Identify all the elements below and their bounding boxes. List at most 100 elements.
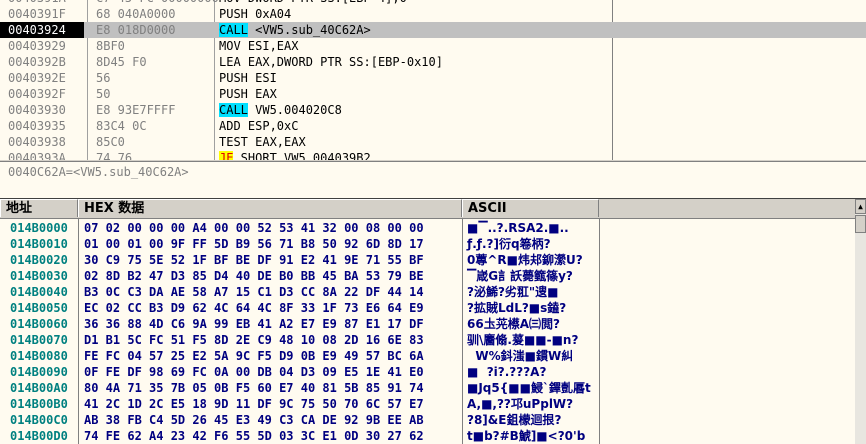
dump-row[interactable]: 014B0000 07 02 00 00 00 A4 00 00 52 53 41…: [0, 220, 855, 236]
dump-address: 014B0070: [10, 333, 68, 347]
address-column-header[interactable]: 地址: [0, 199, 78, 217]
disassembly-pane[interactable]: 0040391AC7 45 FC 00000000MOV DWORD PTR S…: [0, 0, 866, 160]
disasm-row[interactable]: 0040392F 50 PUSH EAX: [0, 86, 866, 102]
dump-address: 014B0090: [10, 365, 68, 379]
dump-hex-bytes: 74 FE 62 A4 23 42 F6 55 5D 03 3C E1 0D 3…: [84, 429, 424, 443]
instruction-bytes: 56: [96, 71, 111, 85]
dump-hex-bytes: 0F FE DF 98 69 FC 0A 00 DB 04 D3 09 E5 1…: [84, 365, 424, 379]
dump-scrollbar[interactable]: ▲: [855, 199, 866, 444]
instruction-address: 00403930: [8, 103, 66, 117]
disasm-row[interactable]: 00403935 83C4 0C ADD ESP,0xC: [0, 118, 866, 134]
instruction-bytes: E8 018D0000: [96, 23, 176, 37]
dump-ascii: ■▔..?.RSA2.■..: [467, 221, 569, 235]
dump-address: 014B0040: [10, 285, 68, 299]
disasm-row[interactable]: 00403930 E8 93E7FFFF CALL VW5.004020C8: [0, 102, 866, 118]
dump-row[interactable]: 014B00C0 AB 38 FB C4 5D 26 45 E3 49 C3 CA…: [0, 412, 855, 428]
dump-address: 014B00C0: [10, 413, 68, 427]
dump-ascii: A,■,??邛uPplW?: [467, 397, 574, 411]
instruction-text: ADD ESP,0xC: [219, 118, 298, 134]
instruction-text: LEA EAX,DWORD PTR SS:[EBP-0x10]: [219, 54, 443, 70]
instruction-address: 0040392B: [8, 55, 66, 69]
dump-header: 地址 HEX 数据 ASCII: [0, 199, 855, 219]
dump-hex-bytes: FE FC 04 57 25 E2 5A 9C F5 D9 0B E9 49 5…: [84, 349, 424, 363]
instruction-operands: MOV ESI,EAX: [219, 39, 299, 53]
instruction-operands: PUSH EAX: [219, 87, 277, 101]
instruction-address: 0040391F: [8, 7, 66, 21]
dump-address: 014B0080: [10, 349, 68, 363]
instruction-operands: PUSH 0xA04: [219, 7, 292, 21]
dump-hex-bytes: D1 B1 5C FC 51 F5 8D 2E C9 48 10 08 2D 1…: [84, 333, 424, 347]
dump-ascii: t■b?#B鯱]■<?0'b: [467, 429, 586, 443]
disasm-row[interactable]: 0040392B 8D45 F0 LEA EAX,DWORD PTR SS:[EBP…: [0, 54, 866, 70]
dump-hex-bytes: 30 C9 75 5E 52 1F BF BE DF 91 E2 41 9E 7…: [84, 253, 424, 267]
dump-row[interactable]: 014B0050 EC 02 CC B3 D9 62 4C 64 4C 8F 33…: [0, 300, 855, 316]
info-text: 0040C62A=<VW5.sub_40C62A>: [8, 165, 189, 179]
instruction-operands: PUSH ESI: [219, 71, 277, 85]
dump-ascii: W%鈄滍■鏆W糾: [467, 349, 574, 363]
dump-ascii: ƒ.ƒ.?]衍q箞柄?: [467, 237, 551, 251]
instruction-mnemonic: JE: [219, 151, 234, 160]
instruction-operands: SHORT VW5.004039B2: [233, 151, 371, 160]
dump-hex-bytes: 01 00 01 00 9F FF 5D B9 56 71 B8 50 92 6…: [84, 237, 424, 251]
dump-hex-bytes: AB 38 FB C4 5D 26 45 E3 49 C3 CA DE 92 9…: [84, 413, 424, 427]
dump-row[interactable]: 014B00A0 80 4A 71 35 7B 05 0B F5 60 E7 40…: [0, 380, 855, 396]
disasm-row[interactable]: 00403924 E8 018D0000 CALL <VW5.sub_40C62A>: [0, 22, 866, 38]
dump-row[interactable]: 014B00D0 74 FE 62 A4 23 42 F6 55 5D 03 3C…: [0, 428, 855, 444]
instruction-text: PUSH 0xA04: [219, 6, 291, 22]
instruction-address: 00403938: [8, 135, 66, 149]
dump-address: 014B00A0: [10, 381, 68, 395]
dump-hex-bytes: 07 02 00 00 00 A4 00 00 52 53 41 32 00 0…: [84, 221, 424, 235]
disasm-row[interactable]: 0040393A 74 76 JE SHORT VW5.004039B2: [0, 150, 866, 160]
dump-row[interactable]: 014B0090 0F FE DF 98 69 FC 0A 00 DB 04 D3…: [0, 364, 855, 380]
dump-row[interactable]: 014B0040 B3 0C C3 DA AE 58 A7 15 C1 D3 CC…: [0, 284, 855, 300]
dump-row[interactable]: 014B0080 FE FC 04 57 25 E2 5A 9C F5 D9 0B…: [0, 348, 855, 364]
dump-row[interactable]: 014B0020 30 C9 75 5E 52 1F BF BE DF 91 E2…: [0, 252, 855, 268]
dump-address: 014B0020: [10, 253, 68, 267]
dump-address: 014B00B0: [10, 397, 68, 411]
instruction-bytes: E8 93E7FFFF: [96, 103, 176, 117]
instruction-mnemonic: CALL: [219, 103, 248, 117]
instruction-address: 0040392F: [8, 87, 66, 101]
instruction-bytes: 68 040A0000: [96, 7, 176, 21]
dump-row[interactable]: 014B0060 36 36 88 4D C6 9A 99 EB 41 A2 E7…: [0, 316, 855, 332]
instruction-address: 00403935: [8, 119, 66, 133]
ascii-column-header[interactable]: ASCII: [462, 199, 599, 217]
instruction-operands: MOV DWORD PTR SS:[EBP-4],0: [219, 0, 407, 5]
dump-address: 014B0000: [10, 221, 68, 235]
dump-ascii: ▔嵅G訁訞薨籈篠y?: [467, 269, 573, 283]
instruction-address: 0040393A: [8, 151, 66, 160]
dump-row[interactable]: 014B0010 01 00 01 00 9F FF 5D B9 56 71 B8…: [0, 236, 855, 252]
instruction-text: PUSH ESI: [219, 70, 277, 86]
dump-row[interactable]: 014B0070 D1 B1 5C FC 51 F5 8D 2E C9 48 10…: [0, 332, 855, 348]
disasm-row[interactable]: 00403929 8BF0 MOV ESI,EAX: [0, 38, 866, 54]
dump-ascii: ?8]&E鉏檬迴拫?: [467, 413, 562, 427]
instruction-bytes: 50: [96, 87, 111, 101]
dump-address: 014B0060: [10, 317, 68, 331]
dump-hex-bytes: EC 02 CC B3 D9 62 4C 64 4C 8F 33 1F 73 E…: [84, 301, 424, 315]
dump-hex-bytes: 02 8D B2 47 D3 85 D4 40 DE B0 BB 45 BA 5…: [84, 269, 424, 283]
dump-ascii: ■Jq5{■■鮼`鏎亄厬t: [467, 381, 591, 395]
disasm-row[interactable]: 0040391F 68 040A0000 PUSH 0xA04: [0, 6, 866, 22]
instruction-address: 00403924: [0, 22, 84, 38]
dump-row[interactable]: 014B0030 02 8D B2 47 D3 85 D4 40 DE B0 BB…: [0, 268, 855, 284]
info-pane: 0040C62A=<VW5.sub_40C62A>: [0, 161, 866, 200]
hex-column-header[interactable]: HEX 数据: [78, 199, 462, 217]
instruction-text: MOV ESI,EAX: [219, 38, 298, 54]
instruction-address: 00403929: [8, 39, 66, 53]
instruction-text: TEST EAX,EAX: [219, 134, 306, 150]
dump-hex-bytes: B3 0C C3 DA AE 58 A7 15 C1 D3 CC 8A 22 D…: [84, 285, 424, 299]
memory-dump-pane[interactable]: 地址 HEX 数据 ASCII 014B0000 07 02 00 00 00 A…: [0, 199, 855, 444]
instruction-address: 0040392E: [8, 71, 66, 85]
dump-ascii: ■ ?i?.???A?: [467, 365, 547, 379]
dump-address: 014B0050: [10, 301, 68, 315]
scroll-thumb[interactable]: [855, 215, 866, 233]
disasm-row[interactable]: 00403938 85C0 TEST EAX,EAX: [0, 134, 866, 150]
dump-ascii: 0蓴^R■炜邞鉚瀠U?: [467, 253, 583, 267]
disasm-row[interactable]: 0040392E 56 PUSH ESI: [0, 70, 866, 86]
dump-row[interactable]: 014B00B0 41 2C 1D 2C E5 18 9D 11 DF 9C 75…: [0, 396, 855, 412]
instruction-bytes: 83C4 0C: [96, 119, 147, 133]
instruction-bytes: 85C0: [96, 135, 125, 149]
instruction-text: JE SHORT VW5.004039B2: [219, 150, 371, 160]
scroll-up-arrow-icon[interactable]: ▲: [855, 199, 866, 214]
instruction-text: CALL VW5.004020C8: [219, 102, 342, 118]
